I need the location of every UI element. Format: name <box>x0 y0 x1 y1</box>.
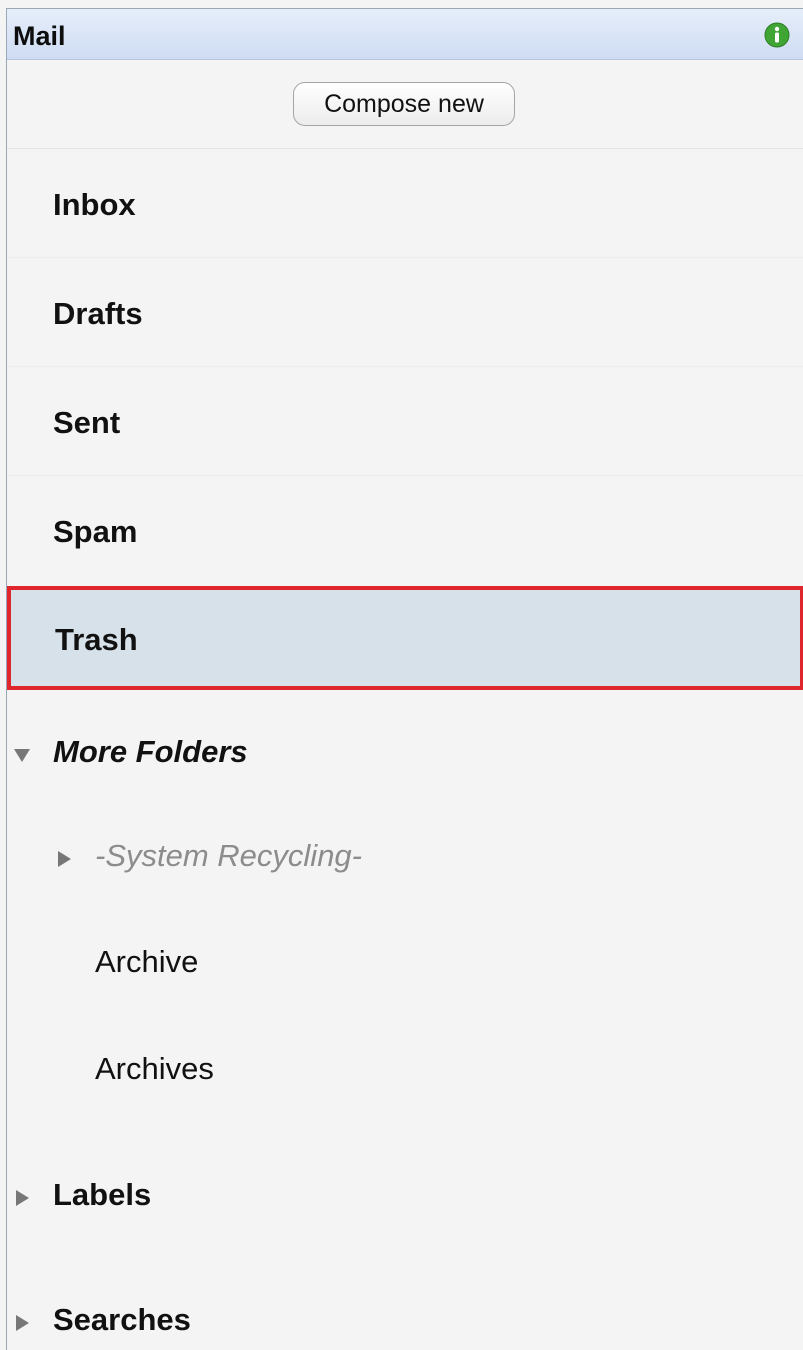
caret-down-icon[interactable] <box>13 746 31 764</box>
subfolder-archives[interactable]: Archives <box>7 1039 803 1099</box>
panel-title: Mail <box>13 21 66 51</box>
section-label: Labels <box>53 1177 152 1212</box>
compose-new-button[interactable]: Compose new <box>293 82 515 126</box>
subfolder-label: Archive <box>95 944 199 979</box>
compose-row: Compose new <box>7 60 803 149</box>
subfolder-archive[interactable]: Archive <box>7 932 803 992</box>
searches-section[interactable]: Searches <box>7 1290 803 1350</box>
info-icon[interactable] <box>764 22 790 48</box>
folder-spam[interactable]: Spam <box>7 476 803 584</box>
caret-right-icon[interactable] <box>55 850 73 868</box>
mail-panel: Mail Compose new Inbox Drafts Sent Spam … <box>6 8 803 1350</box>
section-label: More Folders <box>53 734 248 769</box>
folder-label: Sent <box>53 405 121 440</box>
folder-label: Inbox <box>53 187 136 222</box>
folder-sent[interactable]: Sent <box>7 367 803 476</box>
subfolder-system-recycling[interactable]: -System Recycling- <box>7 826 803 886</box>
folder-drafts[interactable]: Drafts <box>7 258 803 367</box>
subfolder-label: -System Recycling- <box>95 838 362 873</box>
folder-label: Trash <box>55 622 138 657</box>
section-label: Searches <box>53 1302 191 1337</box>
subfolder-label: Archives <box>95 1051 214 1086</box>
folder-trash[interactable]: Trash <box>7 586 803 690</box>
folder-label: Spam <box>53 514 138 549</box>
folder-label: Drafts <box>53 296 143 331</box>
folder-inbox[interactable]: Inbox <box>7 149 803 258</box>
mail-header: Mail <box>7 9 803 60</box>
more-folders-section[interactable]: More Folders <box>7 722 803 782</box>
caret-right-icon[interactable] <box>13 1189 31 1207</box>
labels-section[interactable]: Labels <box>7 1165 803 1225</box>
caret-right-icon[interactable] <box>13 1314 31 1332</box>
